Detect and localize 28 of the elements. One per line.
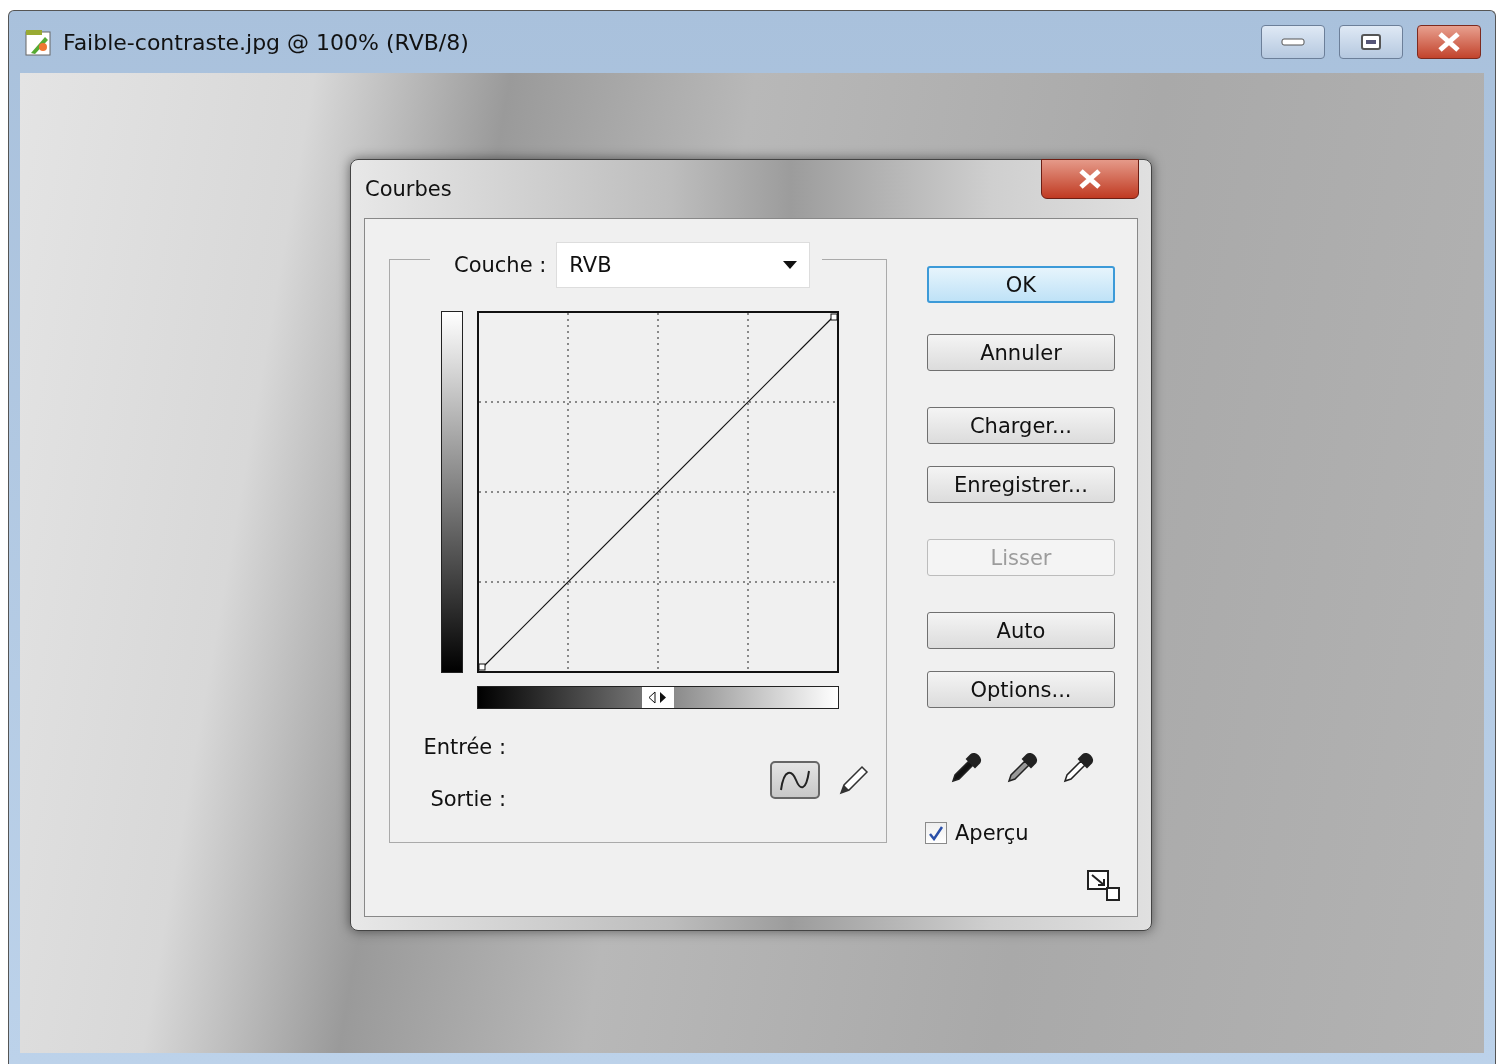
channel-dropdown[interactable]: RVB bbox=[556, 242, 811, 288]
dialog-button[interactable]: Options... bbox=[927, 671, 1115, 708]
dialog-button[interactable]: Auto bbox=[927, 612, 1115, 649]
window-title: Faible-contraste.jpg @ 100% (RVB/8) bbox=[63, 29, 470, 55]
minimize-button[interactable] bbox=[1261, 25, 1325, 59]
dialog-title: Courbes bbox=[365, 177, 452, 201]
minimize-icon bbox=[1281, 37, 1305, 47]
dialog-button[interactable]: Enregistrer... bbox=[927, 466, 1115, 503]
caret-icon bbox=[783, 261, 798, 269]
close-button[interactable] bbox=[1041, 159, 1139, 199]
close-button[interactable] bbox=[1417, 25, 1481, 59]
gradient-toggle-icon[interactable] bbox=[642, 687, 674, 708]
maximize-button[interactable] bbox=[1339, 25, 1403, 59]
channel-label: Couche : bbox=[454, 253, 547, 277]
dialog-button[interactable]: Annuler bbox=[927, 334, 1115, 371]
output-label: Sortie : bbox=[430, 787, 506, 811]
preview-label: Aperçu bbox=[955, 821, 1029, 845]
preview-checkbox[interactable] bbox=[925, 822, 947, 844]
dialog-button[interactable]: Charger... bbox=[927, 407, 1115, 444]
close-icon bbox=[1437, 32, 1461, 52]
expand-icon[interactable] bbox=[1087, 870, 1121, 902]
image-file-icon bbox=[23, 27, 53, 57]
close-icon bbox=[1078, 169, 1102, 189]
input-label: Entrée : bbox=[423, 735, 506, 759]
curve-graph-drawing[interactable] bbox=[477, 311, 839, 673]
maximize-icon bbox=[1360, 33, 1382, 51]
dialog-button[interactable]: OK bbox=[927, 266, 1115, 303]
curve-tool-button[interactable] bbox=[770, 761, 820, 799]
